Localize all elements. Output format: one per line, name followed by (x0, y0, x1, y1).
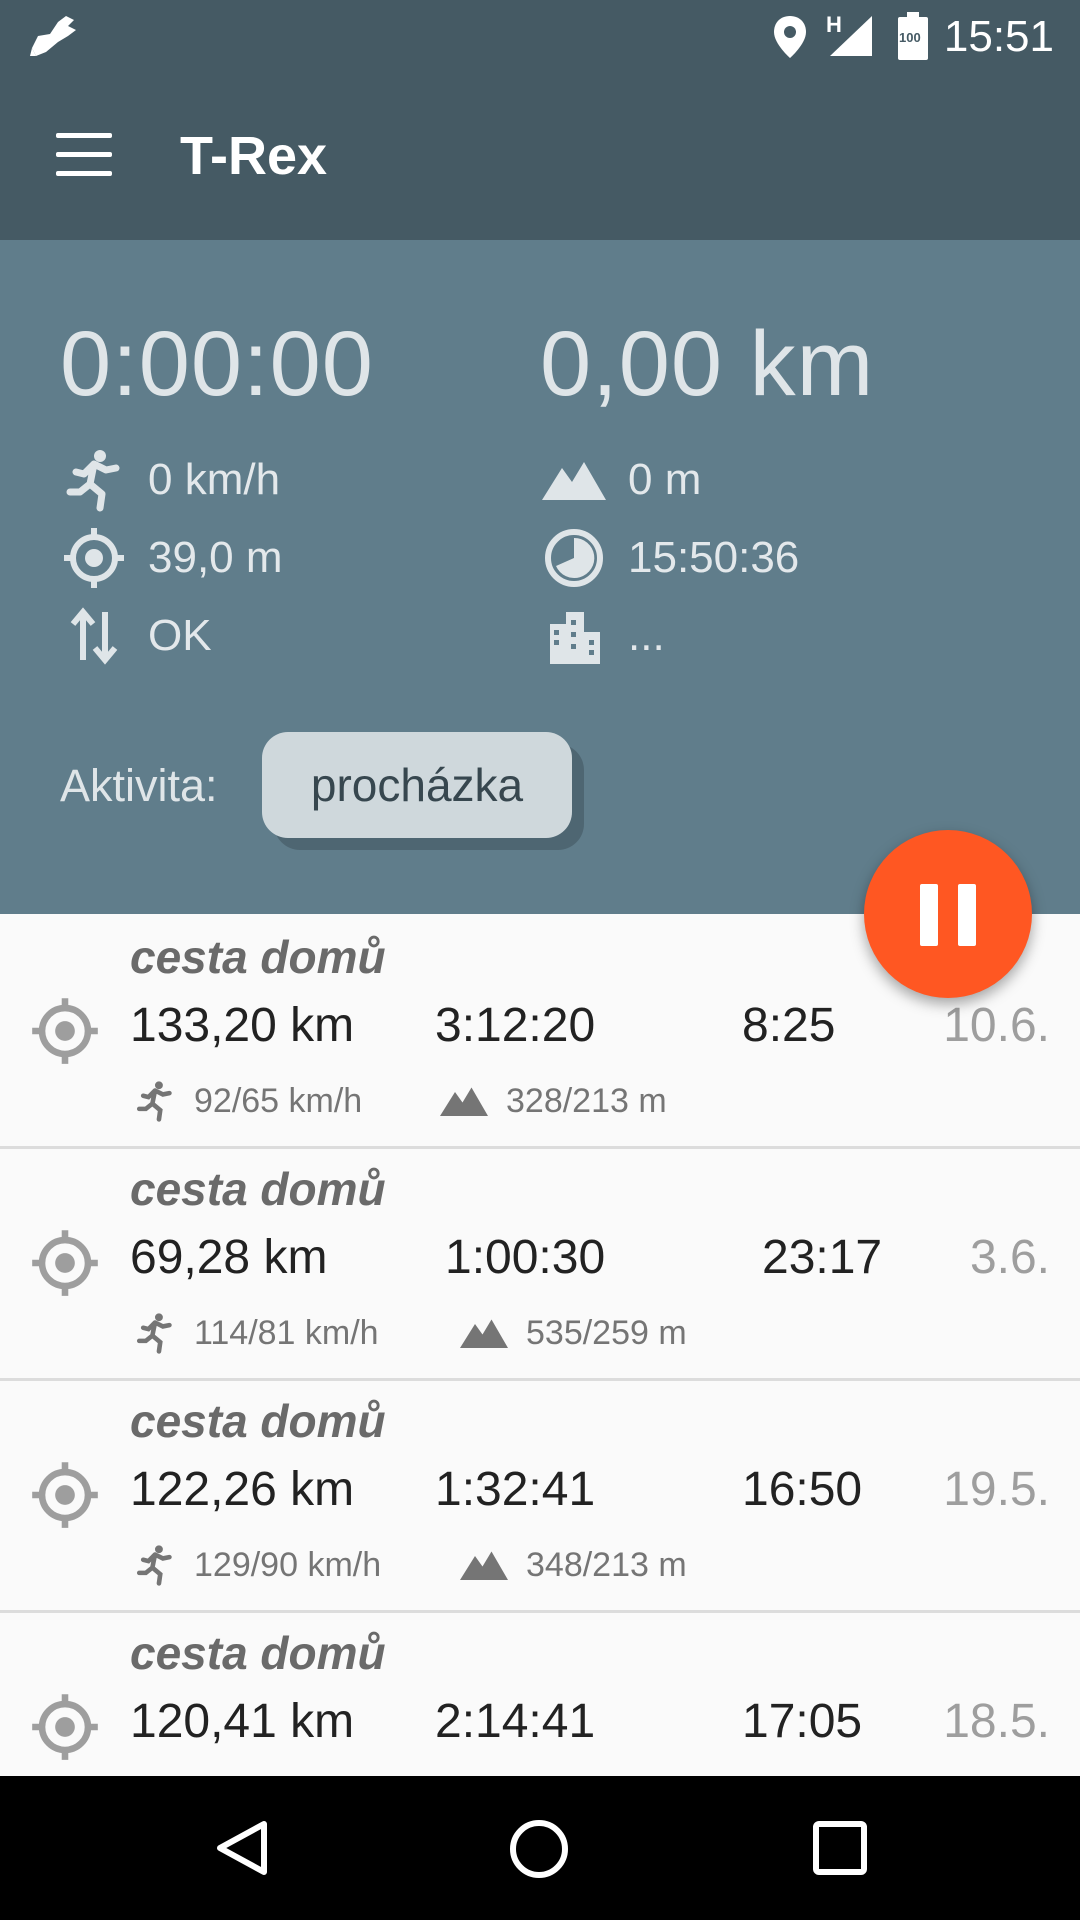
crosshair-icon (32, 1694, 98, 1760)
crosshair-icon (32, 998, 98, 1064)
trip-pace: 16:50 (742, 1463, 863, 1516)
altitude-value: 0 m (628, 455, 702, 504)
activity-selector[interactable]: procházka (262, 732, 572, 838)
trip-title: cesta domů (130, 1163, 386, 1215)
trip-speed-value: 114/81 km/h (194, 1313, 379, 1352)
trip-pace: 17:05 (742, 1695, 863, 1748)
trip-elevation: 328/213 m (440, 1080, 667, 1122)
speed-value: 0 km/h (148, 455, 281, 504)
crosshair-icon (62, 526, 126, 590)
altitude-row: 0 m (542, 448, 701, 512)
menu-icon[interactable] (56, 133, 112, 177)
runner-icon (136, 1545, 172, 1586)
signal-icon (830, 16, 872, 56)
trip-speed: 129/90 km/h (134, 1544, 381, 1586)
trip-speed: 92/65 km/h (134, 1080, 362, 1122)
trip-title: cesta domů (130, 931, 386, 983)
trip-distance: 122,26 km (130, 1463, 355, 1516)
trip-row[interactable]: cesta domů 122,26 km 1:32:41 16:50 19.5.… (0, 1378, 1080, 1613)
trip-date: 10.6. (943, 999, 1050, 1052)
crosshair-icon (32, 1230, 98, 1296)
accuracy-row: 39,0 m (62, 526, 283, 590)
trip-duration: 1:32:41 (435, 1463, 596, 1516)
trip-row[interactable]: cesta domů 69,28 km 1:00:30 23:17 3.6. 1… (0, 1146, 1080, 1381)
trip-speed-value: 92/65 km/h (194, 1081, 363, 1120)
accuracy-value: 39,0 m (148, 533, 283, 582)
clock-row: 15:50:36 (542, 526, 799, 590)
shoe-icon (30, 16, 76, 56)
clock-icon (542, 526, 606, 590)
recents-icon[interactable] (812, 1820, 868, 1876)
mountain-icon (440, 1087, 488, 1116)
elapsed-time: 0:00:00 (60, 313, 374, 415)
battery-level: 100 (899, 30, 921, 45)
clock-value: 15:50:36 (628, 533, 800, 582)
runner-icon (62, 448, 126, 512)
total-distance: 0,00 km (540, 313, 875, 415)
location-pin-icon (774, 16, 806, 58)
trip-distance: 69,28 km (130, 1231, 328, 1284)
location-value: ... (628, 611, 665, 660)
trip-speed: 114/81 km/h (134, 1312, 379, 1354)
back-icon[interactable] (212, 1818, 272, 1878)
trip-duration: 2:14:41 (435, 1695, 596, 1748)
trip-elevation: 535/259 m (460, 1312, 687, 1354)
status-bar: H 100 15:51 (0, 0, 1080, 75)
trip-elevation-value: 535/259 m (526, 1313, 687, 1352)
sync-row: OK (62, 604, 212, 668)
trip-elevation-value: 348/213 m (526, 1545, 687, 1584)
clock: 15:51 (943, 12, 1054, 61)
trip-date: 3.6. (969, 1231, 1050, 1284)
trip-speed-value: 129/90 km/h (194, 1545, 382, 1584)
mountain-icon (460, 1319, 508, 1348)
building-icon (542, 604, 606, 668)
mountain-icon (460, 1551, 508, 1580)
sync-status: OK (148, 611, 212, 660)
trip-row[interactable]: cesta domů 120,41 km 2:14:41 17:05 18.5. (0, 1610, 1080, 1776)
runner-icon (136, 1313, 172, 1354)
crosshair-icon (32, 1462, 98, 1528)
app-bar: T-Rex (0, 75, 1080, 240)
trip-duration: 3:12:20 (435, 999, 596, 1052)
pause-button[interactable] (864, 830, 1032, 998)
trip-distance: 120,41 km (130, 1695, 355, 1748)
location-row: ... (542, 604, 665, 668)
trip-distance: 133,20 km (130, 999, 355, 1052)
trip-title: cesta domů (130, 1395, 386, 1447)
stats-panel: 0:00:00 0,00 km 0 km/h 39,0 m OK 0 m 15:… (0, 240, 1080, 914)
mountain-icon (542, 448, 606, 512)
trip-date: 18.5. (943, 1695, 1050, 1748)
trip-elevation-value: 328/213 m (506, 1081, 667, 1120)
trip-date: 19.5. (943, 1463, 1050, 1516)
home-icon[interactable] (508, 1818, 570, 1880)
navigation-bar (0, 1776, 1080, 1920)
trip-list[interactable]: cesta domů 133,20 km 3:12:20 8:25 10.6. … (0, 914, 1080, 1776)
trip-elevation: 348/213 m (460, 1544, 687, 1586)
activity-label: Aktivita: (60, 760, 218, 811)
trip-title: cesta domů (130, 1627, 386, 1679)
trip-pace: 23:17 (762, 1231, 883, 1284)
speed-row: 0 km/h (62, 448, 280, 512)
runner-icon (136, 1081, 172, 1122)
trip-pace: 8:25 (742, 999, 836, 1052)
app-title: T-Rex (180, 126, 328, 186)
trip-duration: 1:00:30 (445, 1231, 606, 1284)
sync-arrows-icon (62, 604, 126, 668)
